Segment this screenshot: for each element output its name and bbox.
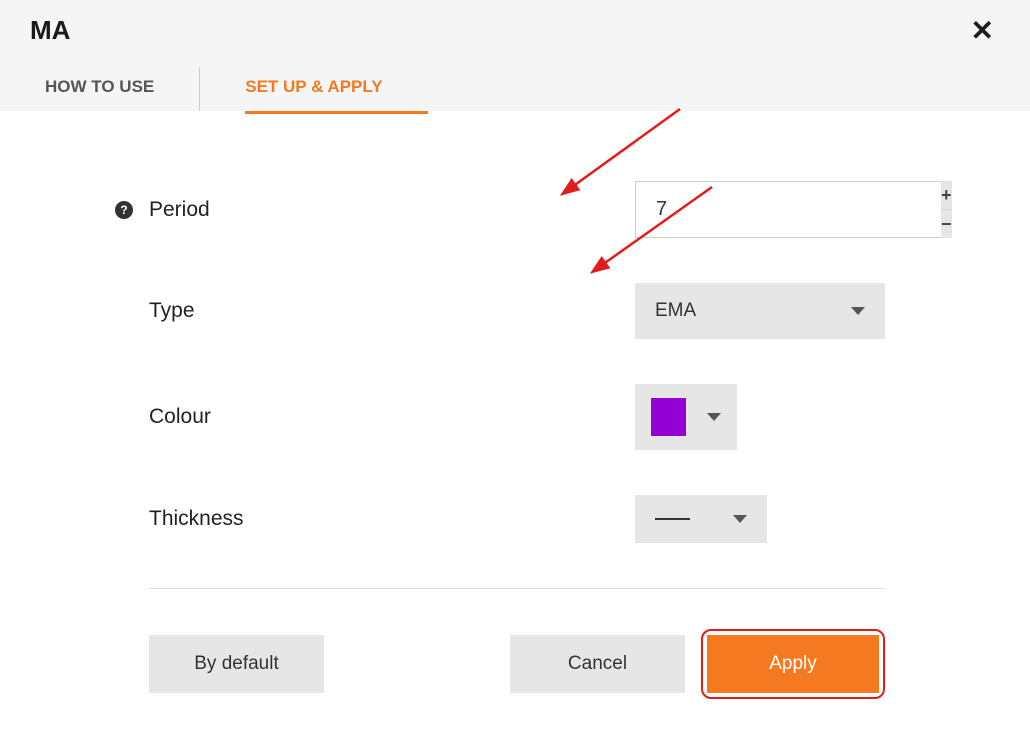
thickness-select[interactable] <box>635 495 767 543</box>
type-label: Type <box>115 299 195 323</box>
divider <box>149 588 885 589</box>
colour-row: Colour <box>115 384 885 450</box>
dialog-header: MA ✕ HOW TO USE SET UP & APPLY <box>0 0 1030 111</box>
thickness-preview <box>655 518 690 520</box>
tab-set-up-apply[interactable]: SET UP & APPLY <box>245 67 427 114</box>
settings-form: ? Period + − Type EMA Colour Th <box>0 111 1030 739</box>
period-row: ? Period + − <box>115 181 885 238</box>
chevron-down-icon <box>707 413 721 421</box>
tabs: HOW TO USE SET UP & APPLY <box>0 47 1030 111</box>
cancel-button[interactable]: Cancel <box>510 635 685 693</box>
by-default-button[interactable]: By default <box>149 635 324 693</box>
period-increment-button[interactable]: + <box>941 181 952 210</box>
thickness-label: Thickness <box>115 507 244 531</box>
tab-how-to-use[interactable]: HOW TO USE <box>45 67 200 111</box>
help-icon[interactable]: ? <box>115 201 133 219</box>
colour-label: Colour <box>115 405 211 429</box>
period-label: Period <box>149 198 210 222</box>
close-icon[interactable]: ✕ <box>965 14 1000 47</box>
chevron-down-icon <box>733 515 747 523</box>
period-decrement-button[interactable]: − <box>941 210 952 238</box>
colour-select[interactable] <box>635 384 737 450</box>
type-value: EMA <box>655 300 696 322</box>
thickness-row: Thickness <box>115 495 885 543</box>
dialog-title: MA <box>30 15 70 46</box>
chevron-down-icon <box>851 307 865 315</box>
buttons-row: By default Cancel Apply <box>115 629 885 699</box>
colour-swatch <box>651 398 686 436</box>
period-input[interactable] <box>635 181 941 238</box>
apply-highlight: Apply <box>701 629 885 699</box>
type-row: Type EMA <box>115 283 885 339</box>
period-control: + − <box>635 181 885 238</box>
apply-button[interactable]: Apply <box>707 635 879 693</box>
type-select[interactable]: EMA <box>635 283 885 339</box>
